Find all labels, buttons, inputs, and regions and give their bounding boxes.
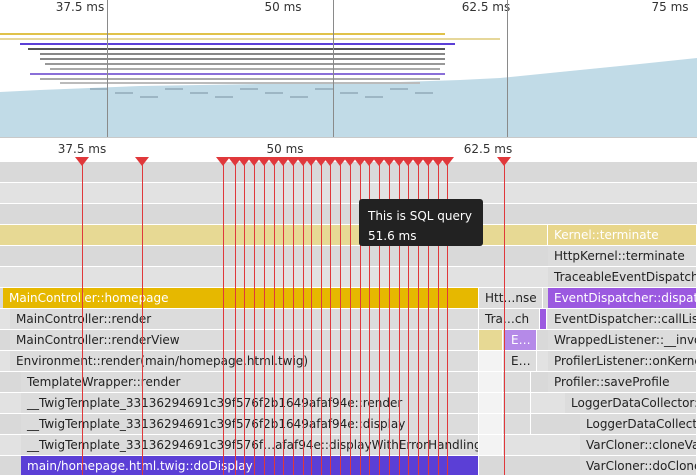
flame-bar[interactable]: EventDispatcher::dispatch: [548, 288, 697, 308]
sql-query-marker-line: [340, 162, 341, 475]
overview-activity-line: [20, 43, 455, 45]
overview-activity-line: [30, 73, 445, 75]
flame-bar[interactable]: Tra…ch: [479, 309, 540, 329]
flame-bar[interactable]: __TwigTemplate_33136294691c39f576f…afaf9…: [21, 435, 479, 455]
overview-activity-line: [315, 88, 333, 90]
timeline-tick-label: 50 ms: [266, 142, 304, 156]
sql-query-marker-line: [223, 162, 224, 475]
sql-query-marker-line: [350, 162, 351, 475]
overview-selection-start-handle[interactable]: [107, 0, 108, 137]
overview-tick-label: 62.5 ms: [461, 0, 511, 14]
overview-activity-line: [390, 88, 408, 90]
overview-activity-line: [0, 38, 500, 40]
flame-bar[interactable]: [505, 372, 531, 392]
overview-activity-line: [115, 92, 133, 94]
sql-query-marker-line: [303, 162, 304, 475]
sql-query-marker-line: [293, 162, 294, 475]
flame-bar[interactable]: [479, 414, 503, 434]
flame-bar[interactable]: VarCloner::doClone: [580, 456, 697, 475]
overview-time-axis: 37.5 ms 50 ms 62.5 ms 75 ms: [0, 0, 697, 16]
overview-activity-line: [340, 92, 358, 94]
flame-bar[interactable]: ProfilerListener::onKerne: [548, 351, 697, 371]
overview-panel[interactable]: 37.5 ms 50 ms 62.5 ms 75 ms: [0, 0, 697, 138]
flame-bar[interactable]: [479, 351, 503, 371]
overview-activity-line: [40, 53, 445, 55]
flame-bar[interactable]: [505, 393, 531, 413]
timeline-tick-label: 37.5 ms: [57, 142, 107, 156]
flame-bar[interactable]: __TwigTemplate_33136294691c39f576f2b1649…: [21, 414, 479, 434]
flame-bar[interactable]: [540, 309, 547, 329]
flame-bar[interactable]: LoggerDataCollector: [580, 414, 697, 434]
overview-tick-label: 37.5 ms: [55, 0, 105, 14]
sql-query-marker-line: [330, 162, 331, 475]
event-tooltip: This is SQL query 51.6 ms: [359, 199, 483, 246]
sql-query-marker-line: [283, 162, 284, 475]
overview-activity-line: [0, 33, 445, 35]
flame-bar[interactable]: EventDispatcher::callList: [548, 309, 697, 329]
overview-activity-line: [90, 88, 108, 90]
sql-query-marker-line: [235, 162, 236, 475]
overview-activity-line: [240, 88, 258, 90]
timeline-row: [0, 204, 697, 224]
flame-bar[interactable]: [479, 330, 503, 350]
overview-activity-line: [60, 82, 420, 84]
overview-activity-line: [415, 92, 433, 94]
overview-tick-label: 50 ms: [264, 0, 302, 14]
flame-bar[interactable]: Profiler::saveProfile: [548, 372, 697, 392]
sql-query-marker-line: [504, 162, 505, 475]
overview-activity-line: [365, 96, 383, 98]
overview-activity-line: [215, 96, 233, 98]
flame-bar[interactable]: TraceableEventDispatcher: [548, 267, 697, 287]
sql-query-marker-line: [321, 162, 322, 475]
overview-activity-line: [190, 92, 208, 94]
flame-bar[interactable]: __TwigTemplate_33136294691c39f576f2b1649…: [21, 393, 479, 413]
overview-tick-label: 75 ms: [651, 0, 689, 14]
overview-activity-line: [290, 96, 308, 98]
flame-bar[interactable]: [479, 372, 503, 392]
tooltip-duration: 51.6 ms: [368, 229, 417, 243]
timeline-row: [0, 183, 697, 203]
flame-bar[interactable]: E…: [505, 351, 537, 371]
flame-bar[interactable]: VarCloner::cloneVa: [580, 435, 697, 455]
flame-bar[interactable]: E…: [505, 330, 537, 350]
overview-activity-line: [165, 88, 183, 90]
flame-bar[interactable]: [479, 393, 503, 413]
sql-query-marker-line: [254, 162, 255, 475]
flame-bar[interactable]: main/homepage.html.twig::doDisplay: [21, 456, 479, 475]
sql-query-marker-line: [82, 162, 83, 475]
overview-activity-line: [28, 48, 445, 50]
sql-query-marker-line: [264, 162, 265, 475]
tooltip-title: This is SQL query: [368, 209, 472, 223]
overview-activity-line: [40, 78, 440, 80]
overview-activity-line: [45, 63, 445, 65]
overview-selection-divider: [333, 0, 334, 137]
overview-activity-line: [50, 68, 440, 70]
overview-activity-chart: [0, 33, 697, 137]
overview-selection-end-handle[interactable]: [507, 0, 508, 137]
overview-activity-line: [40, 58, 445, 60]
sql-query-marker-line: [311, 162, 312, 475]
flame-bar[interactable]: HttpKernel::terminate: [548, 246, 697, 266]
flame-bar[interactable]: [479, 435, 503, 455]
flame-bar[interactable]: [505, 414, 531, 434]
flame-bar[interactable]: TemplateWrapper::render: [21, 372, 479, 392]
sql-query-marker-line: [274, 162, 275, 475]
overview-activity-line: [140, 96, 158, 98]
flame-bar[interactable]: WrappedListener::__invo: [548, 330, 697, 350]
sql-query-marker-line: [244, 162, 245, 475]
flame-bar[interactable]: Kernel::terminate: [548, 225, 697, 245]
overview-activity-line: [265, 92, 283, 94]
flame-bar[interactable]: Htt…nse: [479, 288, 543, 308]
sql-query-marker-line: [142, 162, 143, 475]
flame-bar[interactable]: LoggerDataCollector::: [565, 393, 697, 413]
timeline-tick-label: 62.5 ms: [463, 142, 513, 156]
flame-chart-panel[interactable]: Kernel::terminate HttpKernel::terminate Tr…: [0, 138, 697, 475]
